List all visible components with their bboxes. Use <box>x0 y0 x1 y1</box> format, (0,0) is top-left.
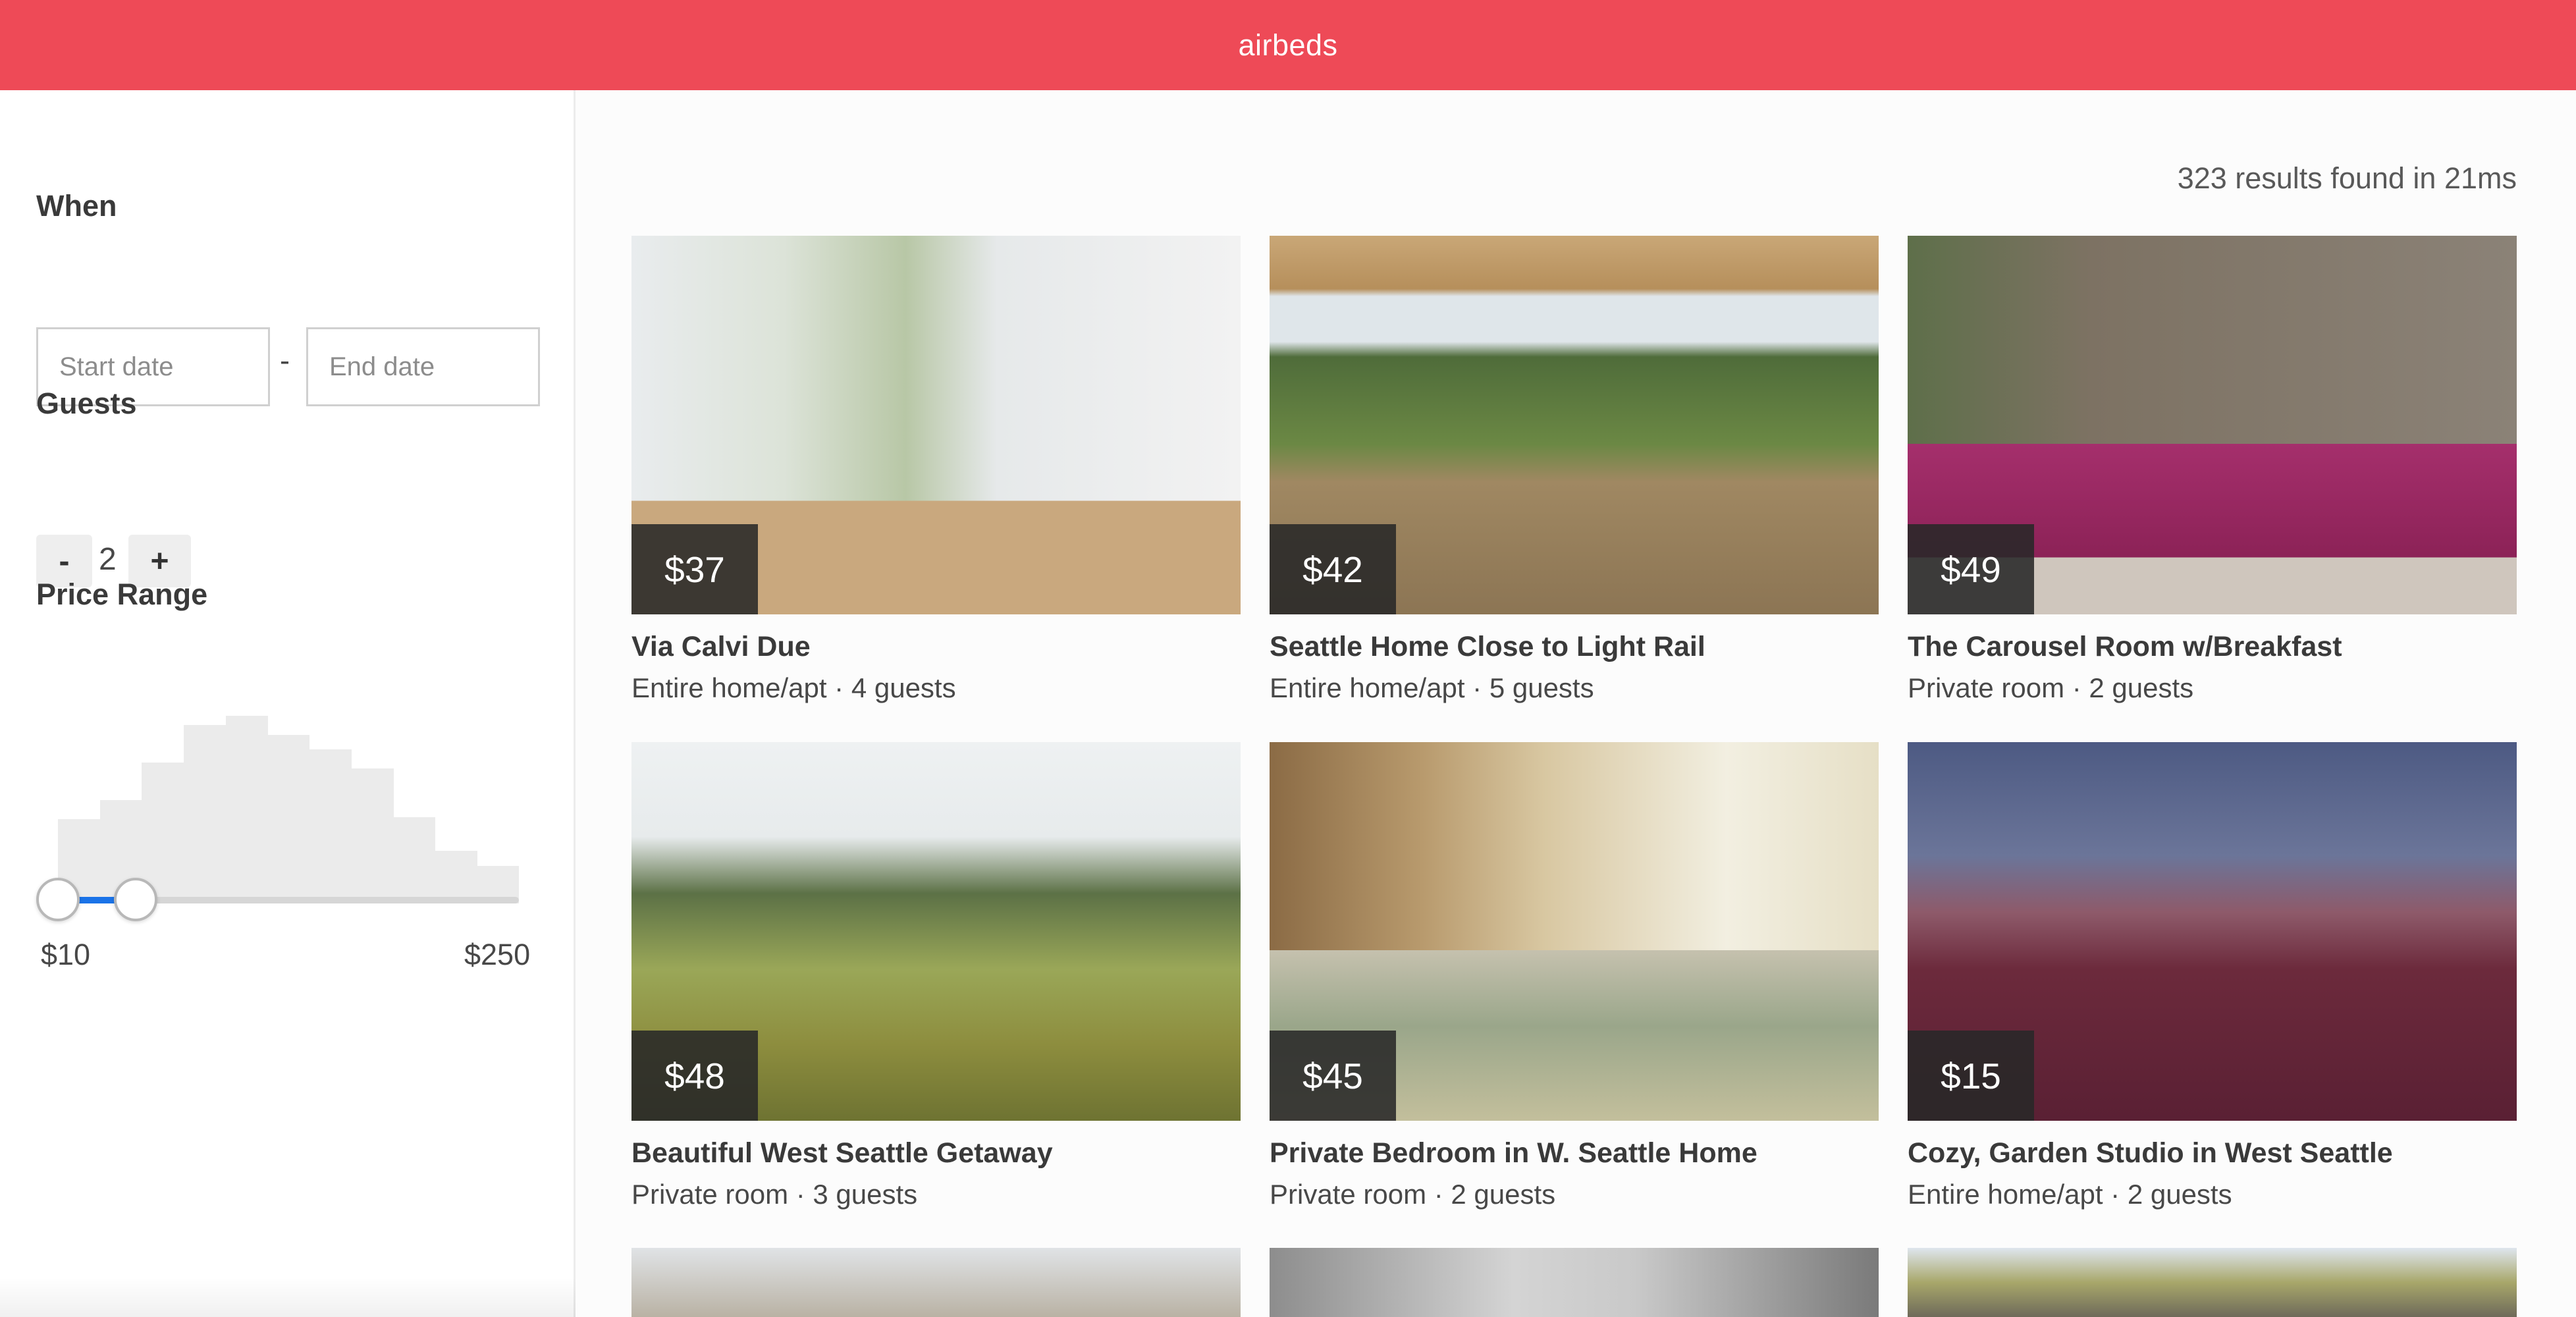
listing-subtitle: Private room · 2 guests <box>1908 672 2194 703</box>
price-histogram <box>58 716 520 903</box>
price-min-label: $10 <box>41 938 91 971</box>
bedroom-photo[interactable]: $45 <box>1270 742 1879 1121</box>
when-title: When <box>36 189 117 223</box>
price-badge: $48 <box>631 1031 758 1121</box>
listing-title[interactable]: Cozy, Garden Studio in West Seattle <box>1908 1137 2517 1169</box>
price-slider-min-handle[interactable] <box>36 878 80 921</box>
listing-photo[interactable] <box>1908 1248 2517 1317</box>
listing-title[interactable]: Seattle Home Close to Light Rail <box>1270 631 1879 663</box>
listing-subtitle: Entire home/apt · 2 guests <box>1908 1179 2232 1210</box>
listing-card[interactable] <box>631 1248 1241 1317</box>
listing-subtitle: Private room · 2 guests <box>1270 1179 1556 1210</box>
sidebar-bottom-shadow <box>0 1277 576 1317</box>
listing-card[interactable]: $37 Via Calvi Due Entire home/apt · 4 gu… <box>631 236 1241 704</box>
price-badge: $49 <box>1908 524 2034 614</box>
listing-title[interactable]: Private Bedroom in W. Seattle Home <box>1270 1137 1879 1169</box>
listing-photo[interactable] <box>1270 1248 1879 1317</box>
app-header: airbeds <box>0 0 2576 90</box>
listing-card[interactable]: $15 Cozy, Garden Studio in West Seattle … <box>1908 742 2517 1210</box>
listing-card[interactable] <box>1908 1248 2517 1317</box>
brand-logo[interactable]: airbeds <box>1238 28 1337 63</box>
date-separator: - <box>280 344 290 377</box>
histogram-bar <box>393 817 436 903</box>
histogram-bar <box>225 716 268 903</box>
histogram-bar <box>309 749 352 903</box>
listing-subtitle: Private room · 3 guests <box>631 1179 918 1210</box>
histogram-bar <box>351 768 394 903</box>
results-summary: 323 results found in 21ms <box>2177 161 2517 195</box>
price-range-title: Price Range <box>36 578 208 611</box>
bedroom-photo[interactable]: $49 <box>1908 236 2517 614</box>
listing-subtitle: Entire home/apt · 5 guests <box>1270 672 1594 703</box>
end-date-input[interactable]: End date <box>306 327 540 406</box>
price-badge: $45 <box>1270 1031 1396 1121</box>
listing-title[interactable]: Beautiful West Seattle Getaway <box>631 1137 1241 1169</box>
guests-title: Guests <box>36 387 137 420</box>
guest-count: 2 <box>99 542 117 577</box>
price-badge: $37 <box>631 524 758 614</box>
backyard-photo[interactable]: $48 <box>631 742 1241 1121</box>
listing-title[interactable]: Via Calvi Due <box>631 631 1241 663</box>
listing-photo[interactable] <box>631 1248 1241 1317</box>
listing-title[interactable]: The Carousel Room w/Breakfast <box>1908 631 2517 663</box>
histogram-bar <box>267 734 310 903</box>
living-room-photo[interactable]: $37 <box>631 236 1241 614</box>
listing-card[interactable]: $45 Private Bedroom in W. Seattle Home P… <box>1270 742 1879 1210</box>
listing-card[interactable]: $49 The Carousel Room w/Breakfast Privat… <box>1908 236 2517 704</box>
histogram-bar <box>183 725 227 903</box>
listing-card[interactable] <box>1270 1248 1879 1317</box>
price-badge: $15 <box>1908 1031 2034 1121</box>
listing-card[interactable]: $48 Beautiful West Seattle Getaway Priva… <box>631 742 1241 1210</box>
filters-sidebar: When Start date - End date Guests - 2 + … <box>0 90 576 1317</box>
price-slider-max-handle[interactable] <box>114 878 157 921</box>
histogram-bar <box>435 851 477 903</box>
price-badge: $42 <box>1270 524 1396 614</box>
price-max-label: $250 <box>464 938 531 971</box>
deck-patio-photo[interactable]: $42 <box>1270 236 1879 614</box>
listing-card[interactable]: $42 Seattle Home Close to Light Rail Ent… <box>1270 236 1879 704</box>
garden-patio-photo[interactable]: $15 <box>1908 742 2517 1121</box>
listing-subtitle: Entire home/apt · 4 guests <box>631 672 956 703</box>
